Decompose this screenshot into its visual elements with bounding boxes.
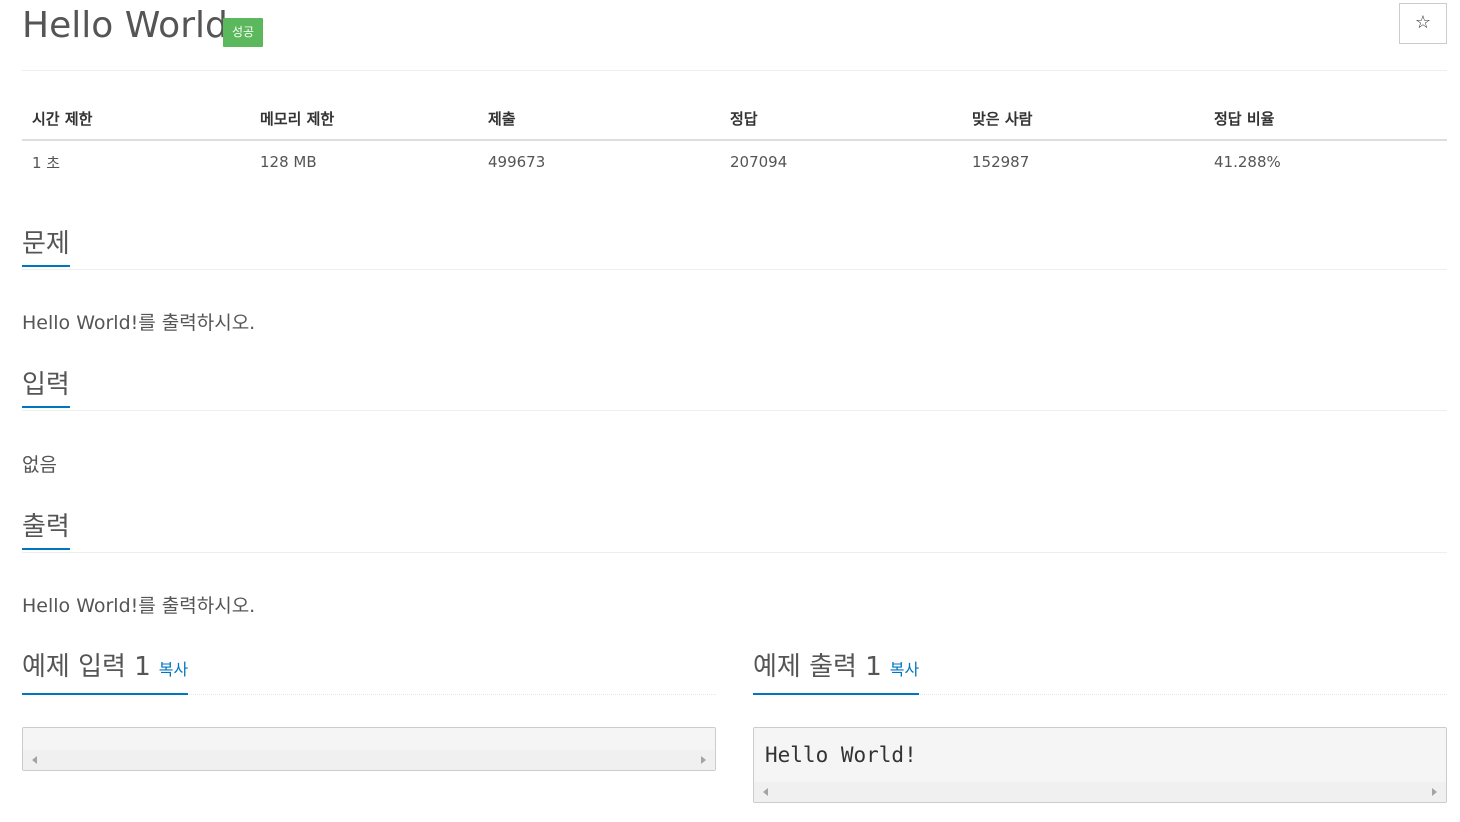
input-heading: 입력 (22, 368, 70, 408)
problem-info-table: 시간 제한 메모리 제한 제출 정답 맞은 사람 정답 비율 1 초 128 M… (22, 97, 1447, 183)
header-time-limit: 시간 제한 (22, 97, 250, 141)
star-button[interactable]: ☆ (1399, 3, 1447, 44)
accepted-value: 207094 (730, 153, 788, 171)
output-heading: 출력 (22, 510, 70, 550)
table-header-row: 시간 제한 메모리 제한 제출 정답 맞은 사람 정답 비율 (22, 97, 1447, 141)
scroll-left-icon[interactable] (32, 756, 37, 764)
scroll-left-icon[interactable] (763, 788, 768, 796)
solved-users-value: 152987 (972, 153, 1030, 171)
input-section-heading: 입력 (22, 364, 1447, 411)
scroll-right-icon[interactable] (1432, 788, 1437, 796)
table-row: 1 초 128 MB 499673 207094 152987 41.288% (22, 140, 1447, 183)
sample-output-title: 예제 출력 1 (753, 652, 882, 682)
time-limit-value: 1 초 (32, 153, 61, 172)
input-description: 없음 (22, 454, 57, 476)
sample-input-heading-block: 예제 입력 1 복사 (22, 650, 716, 695)
problem-page: Hello World 성공 ☆ 시간 제한 메모리 제한 제출 정답 맞은 사… (0, 0, 1460, 822)
problem-title: Hello World (22, 5, 228, 46)
output-section-heading: 출력 (22, 506, 1447, 553)
result-badge: 성공 (223, 18, 264, 47)
sample-output-heading-block: 예제 출력 1 복사 (753, 650, 1447, 695)
scroll-right-icon[interactable] (701, 756, 706, 764)
star-icon: ☆ (1414, 12, 1432, 33)
header-accept-rate: 정답 비율 (1204, 97, 1447, 141)
output-description: Hello World!를 출력하시오. (22, 595, 256, 617)
sample-input-box (22, 727, 716, 771)
header-memory-limit: 메모리 제한 (250, 97, 478, 141)
problem-section-heading: 문제 (22, 222, 1447, 270)
sample-input-scrollbar[interactable] (23, 750, 715, 770)
submissions-value: 499673 (488, 153, 546, 171)
page-header: Hello World 성공 ☆ (22, 0, 1447, 71)
sample-output-heading: 예제 출력 1 복사 (753, 650, 920, 695)
header-accepted: 정답 (720, 97, 962, 141)
header-solved-users: 맞은 사람 (962, 97, 1204, 141)
sample-output-scrollbar[interactable] (754, 782, 1446, 802)
sample-input-title: 예제 입력 1 (22, 652, 151, 682)
header-submissions: 제출 (478, 97, 720, 141)
problem-heading: 문제 (22, 227, 70, 267)
sample-output-box: Hello World! (753, 727, 1447, 803)
accept-rate-value: 41.288% (1214, 153, 1281, 171)
sample-output-content: Hello World! (765, 743, 917, 767)
problem-description: Hello World!를 출력하시오. (22, 312, 256, 334)
sample-input-heading: 예제 입력 1 복사 (22, 650, 189, 695)
sample-output-copy-link[interactable]: 복사 (890, 660, 919, 679)
sample-input-copy-link[interactable]: 복사 (159, 660, 188, 679)
memory-limit-value: 128 MB (260, 153, 317, 171)
